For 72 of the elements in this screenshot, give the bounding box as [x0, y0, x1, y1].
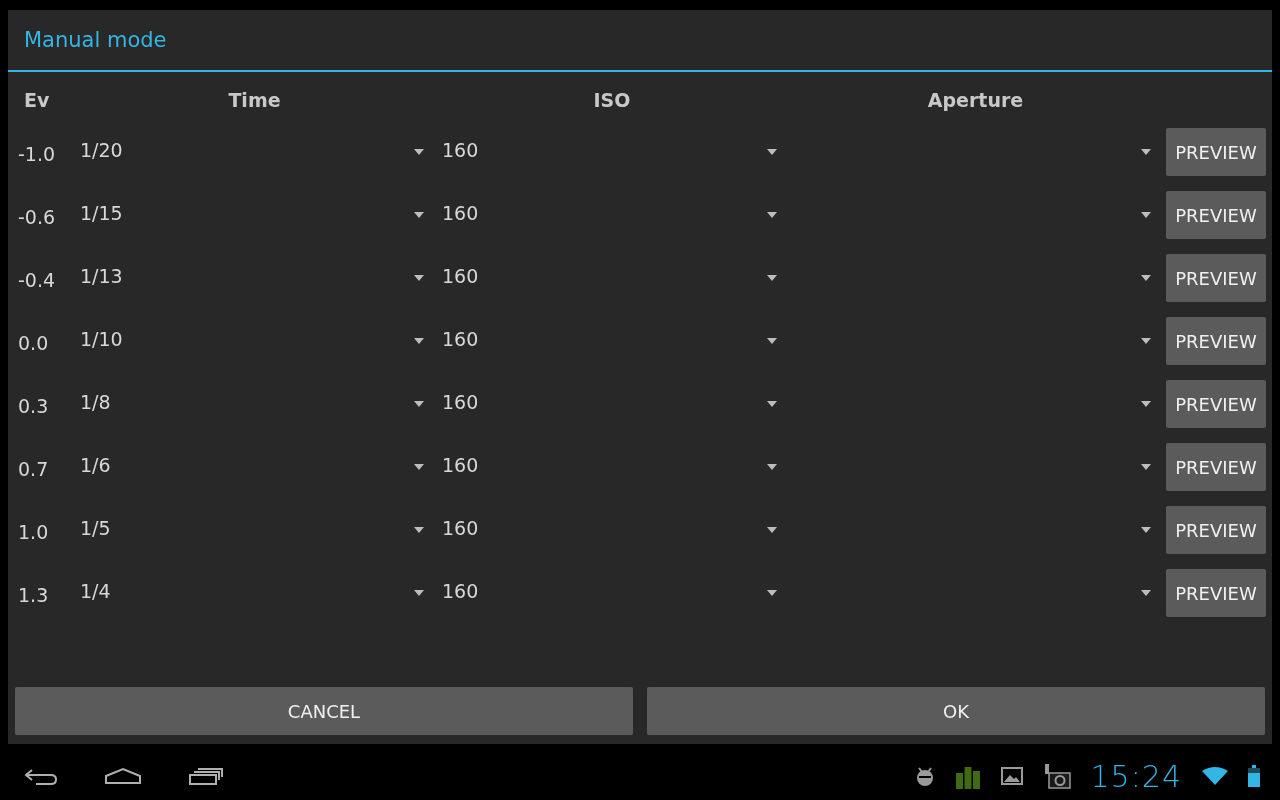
- caret-icon: [414, 527, 424, 533]
- time-dropdown[interactable]: 1/20: [77, 128, 432, 176]
- time-dropdown[interactable]: 1/5: [77, 506, 432, 554]
- caret-icon: [767, 527, 777, 533]
- clock-text: 15:24: [1090, 758, 1182, 794]
- caret-icon: [414, 275, 424, 281]
- ev-value: -0.4: [18, 268, 57, 291]
- time-dropdown[interactable]: 1/10: [77, 317, 432, 365]
- iso-dropdown[interactable]: 160: [439, 191, 785, 239]
- caret-icon: [1141, 338, 1151, 344]
- time-dropdown[interactable]: 1/8: [77, 380, 432, 428]
- iso-dropdown[interactable]: 160: [439, 569, 785, 617]
- ev-value: 1.3: [18, 583, 50, 606]
- caret-icon: [1141, 401, 1151, 407]
- dialog-button[interactable]: CANCEL: [15, 687, 633, 735]
- iso-dropdown[interactable]: 160: [439, 506, 785, 554]
- ev-value: -1.0: [18, 142, 57, 165]
- wifi-icon: [1202, 767, 1228, 785]
- preview-button[interactable]: PREVIEW: [1166, 191, 1266, 239]
- dialog-title: Manual mode: [8, 10, 1272, 72]
- preview-button[interactable]: PREVIEW: [1166, 254, 1266, 302]
- column-header: Aperture: [927, 89, 1024, 111]
- ev-value: 0.7: [18, 457, 50, 480]
- column-header: ISO: [593, 89, 631, 111]
- caret-icon: [767, 464, 777, 470]
- caret-icon: [1141, 149, 1151, 155]
- caret-icon: [414, 401, 424, 407]
- ev-value: -0.6: [18, 205, 57, 228]
- caret-icon: [767, 149, 777, 155]
- recent-apps-icon[interactable]: [188, 767, 224, 785]
- caret-icon: [1141, 464, 1151, 470]
- home-icon[interactable]: [104, 767, 142, 785]
- back-icon[interactable]: [24, 767, 58, 785]
- caret-icon: [414, 149, 424, 155]
- caret-icon: [767, 401, 777, 407]
- caret-icon: [767, 212, 777, 218]
- caret-icon: [414, 212, 424, 218]
- image-icon: [1000, 767, 1023, 785]
- caret-icon: [414, 338, 424, 344]
- ev-value: 0.3: [18, 394, 50, 417]
- preview-button[interactable]: PREVIEW: [1166, 569, 1266, 617]
- caret-icon: [767, 338, 777, 344]
- ev-value: 0.0: [18, 331, 50, 354]
- camera-icon: [1042, 763, 1071, 789]
- preview-button[interactable]: PREVIEW: [1166, 380, 1266, 428]
- caret-icon: [1141, 590, 1151, 596]
- caret-icon: [1141, 527, 1151, 533]
- caret-icon: [414, 590, 424, 596]
- battery-icon: [1248, 765, 1260, 787]
- caret-icon: [414, 464, 424, 470]
- iso-dropdown[interactable]: 160: [439, 380, 785, 428]
- iso-dropdown[interactable]: 160: [439, 128, 785, 176]
- preview-button[interactable]: PREVIEW: [1166, 317, 1266, 365]
- caret-icon: [1141, 212, 1151, 218]
- time-dropdown[interactable]: 1/4: [77, 569, 432, 617]
- time-dropdown[interactable]: 1/6: [77, 443, 432, 491]
- time-dropdown[interactable]: 1/15: [77, 191, 432, 239]
- preview-button[interactable]: PREVIEW: [1166, 506, 1266, 554]
- time-dropdown[interactable]: 1/13: [77, 254, 432, 302]
- caret-icon: [767, 590, 777, 596]
- caret-icon: [767, 275, 777, 281]
- iso-dropdown[interactable]: 160: [439, 317, 785, 365]
- iso-dropdown[interactable]: 160: [439, 443, 785, 491]
- caret-icon: [1141, 275, 1151, 281]
- dialog-button[interactable]: OK: [647, 687, 1265, 735]
- column-header: Time: [228, 89, 281, 111]
- ev-value: 1.0: [18, 520, 50, 543]
- preview-button[interactable]: PREVIEW: [1166, 128, 1266, 176]
- column-header: Ev: [23, 89, 50, 111]
- iso-dropdown[interactable]: 160: [439, 254, 785, 302]
- preview-button[interactable]: PREVIEW: [1166, 443, 1266, 491]
- bug-icon: [914, 765, 935, 787]
